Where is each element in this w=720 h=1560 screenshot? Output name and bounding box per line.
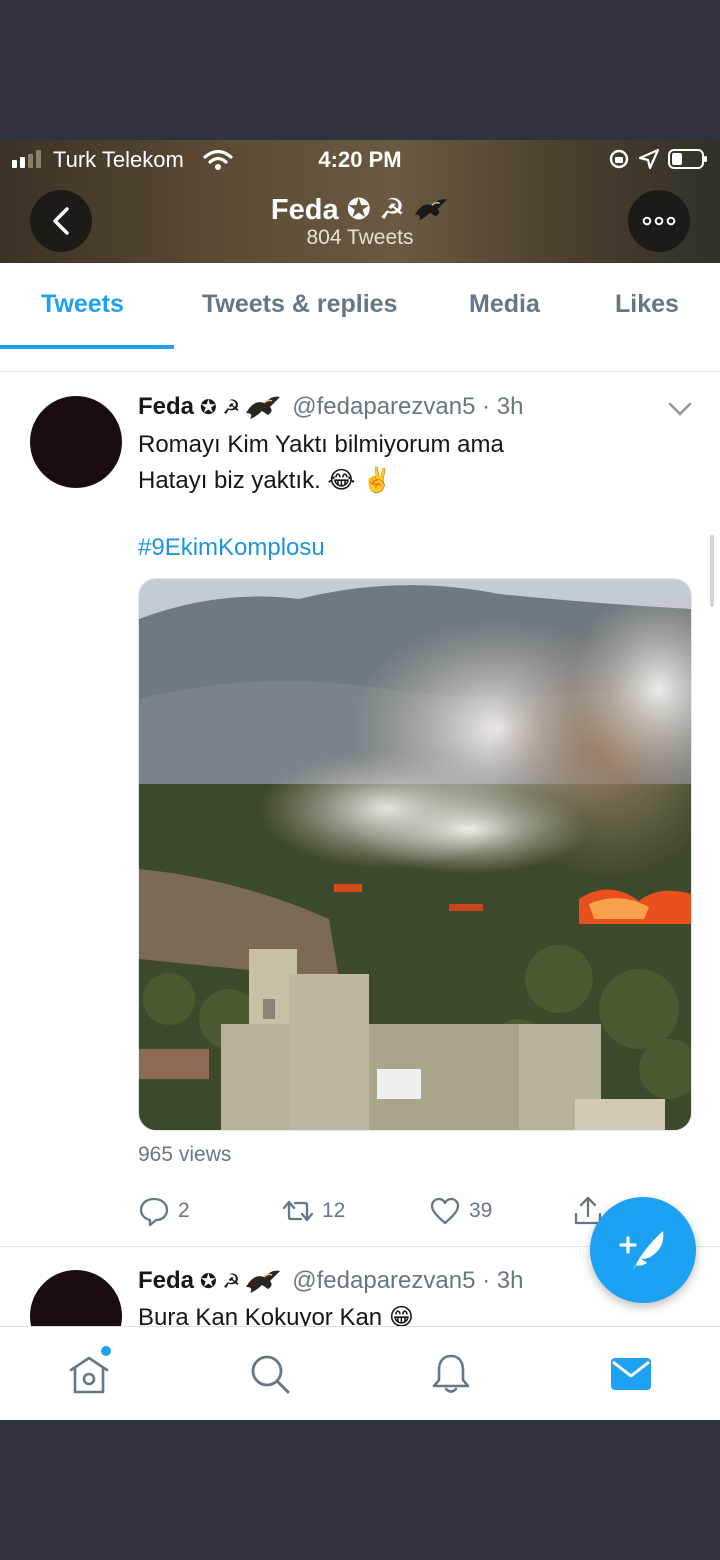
avatar[interactable]	[30, 396, 122, 488]
retweet-count: 12	[322, 1199, 346, 1222]
location-icon	[638, 148, 660, 170]
notifications-icon[interactable]	[429, 1352, 473, 1396]
tab-likes[interactable]: Likes	[615, 290, 679, 319]
like-count: 39	[469, 1199, 493, 1222]
status-right	[608, 148, 708, 170]
compose-tweet-icon	[619, 1231, 664, 1271]
battery-icon	[668, 149, 707, 169]
reply-button[interactable]: 2	[138, 1195, 190, 1227]
like-button[interactable]: 39	[429, 1195, 492, 1227]
tweet-author-name[interactable]: Feda	[138, 1267, 194, 1295]
more-options-button[interactable]	[628, 190, 690, 252]
tweet-feed[interactable]: Feda ✪ ☭ @fedaparezvan5 · 3h Romayı Kim …	[0, 349, 720, 1326]
tab-tweets-and-replies[interactable]: Tweets & replies	[202, 290, 397, 319]
tweet-header: Feda ✪ ☭ @fedaparezvan5 · 3h	[138, 393, 523, 421]
reply-icon	[139, 1197, 169, 1227]
home-notification-dot	[101, 1346, 111, 1356]
tab-tweets[interactable]: Tweets	[41, 290, 124, 319]
status-bar: Turk Telekom 4:20 PM	[0, 140, 720, 180]
search-icon[interactable]	[248, 1352, 292, 1396]
dropdown-chevron-icon[interactable]	[668, 401, 692, 417]
bottom-letterbox	[0, 1420, 720, 1560]
avatar[interactable]	[30, 1270, 122, 1326]
tweet-handle-time: @fedaparezvan5 · 3h	[292, 393, 524, 420]
more-icon	[642, 216, 676, 226]
retweet-button[interactable]: 12	[282, 1195, 345, 1227]
bottom-tab-bar	[0, 1326, 720, 1421]
eagle-emoji-icon	[246, 1270, 281, 1293]
hashtag-link[interactable]: #9EkimKomplosu	[138, 534, 325, 562]
tweet-text-line-1: Bura Kan Kokuyor Kan 😁	[138, 1304, 414, 1326]
tweet-text-line-1: Romayı Kim Yaktı bilmiyorum ama	[138, 431, 504, 458]
wildfire-photo	[139, 579, 691, 1130]
profile-header: Turk Telekom 4:20 PM Feda ✪ ☭ 804 Tweets	[0, 140, 720, 263]
profile-name: Feda ✪ ☭	[0, 192, 720, 227]
eagle-emoji-icon	[246, 396, 281, 419]
profile-name-text: Feda ✪ ☭	[270, 194, 406, 226]
tab-media[interactable]: Media	[469, 290, 540, 319]
reply-count: 2	[178, 1199, 190, 1222]
tweet-count: 804 Tweets	[306, 226, 414, 249]
home-icon[interactable]	[67, 1352, 111, 1396]
compose-tweet-button[interactable]	[590, 1197, 696, 1303]
divider	[0, 371, 720, 372]
tweet-handle-time: @fedaparezvan5 · 3h	[292, 1267, 524, 1294]
tweet-media-image[interactable]	[138, 578, 692, 1131]
tweet-text-line-2: Hatayı biz yaktık. 😂 ✌️	[138, 467, 392, 494]
view-count: 965 views	[138, 1143, 232, 1166]
like-icon	[430, 1197, 460, 1225]
top-letterbox	[0, 0, 720, 140]
tweet-actions: 2 12 39	[138, 1195, 618, 1229]
rotation-lock-icon	[609, 149, 629, 169]
messages-icon[interactable]	[609, 1352, 653, 1396]
scroll-indicator	[710, 535, 714, 607]
eagle-emoji-icon	[414, 199, 448, 221]
profile-tabs: Tweets Tweets & replies Media Likes	[0, 263, 720, 350]
tweet-author-name[interactable]: Feda	[138, 393, 194, 421]
tweet-author-badges: ✪ ☭	[200, 1270, 241, 1293]
tweet-header: Feda ✪ ☭ @fedaparezvan5 · 3h	[138, 1267, 523, 1295]
retweet-icon	[282, 1200, 314, 1222]
tweet-author-badges: ✪ ☭	[200, 396, 241, 419]
